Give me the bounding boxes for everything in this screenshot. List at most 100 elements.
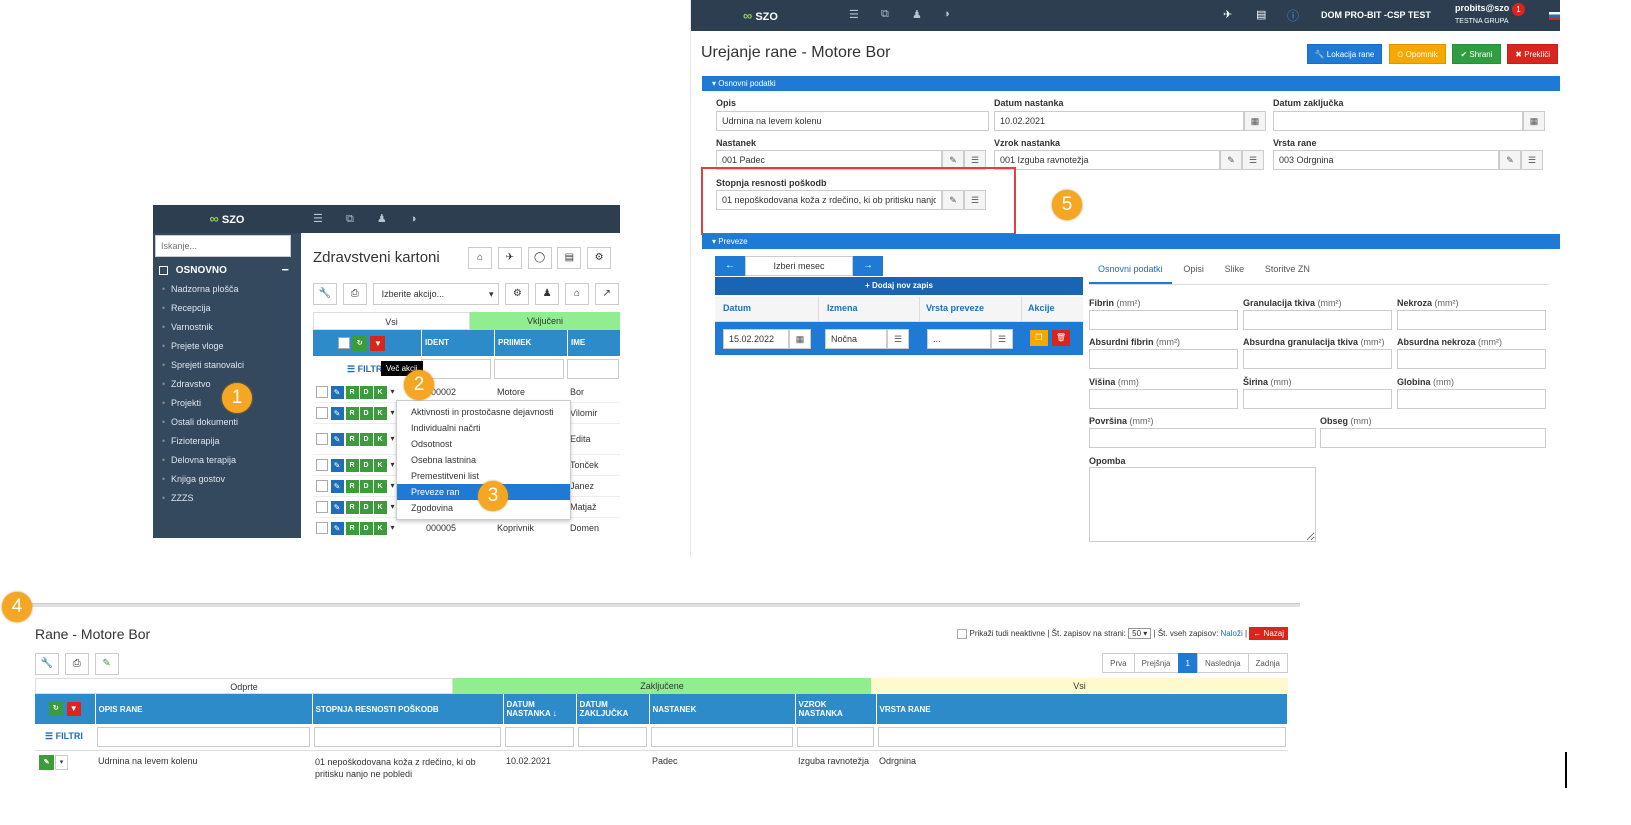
external-icon[interactable]: ⧉ xyxy=(881,8,889,21)
k-button[interactable]: K xyxy=(373,479,387,493)
list-icon[interactable]: ☰ xyxy=(849,8,859,21)
row-checkbox[interactable] xyxy=(316,522,328,534)
filter-severity-input[interactable] xyxy=(314,726,501,747)
next-month-button[interactable]: → xyxy=(853,256,883,276)
col-shift[interactable]: Izmena xyxy=(819,297,920,321)
d-button[interactable]: D xyxy=(359,385,373,399)
sidebar-search-input[interactable] xyxy=(155,235,291,257)
card-icon[interactable]: ▤ xyxy=(1256,8,1266,21)
menu-item[interactable]: Odsotnost xyxy=(397,436,570,452)
filter-icon[interactable]: ▼ xyxy=(370,335,386,351)
filter-description-input[interactable] xyxy=(97,726,310,747)
refresh-icon[interactable]: ↻ xyxy=(48,702,63,716)
edit-icon[interactable]: ✎ xyxy=(330,479,344,493)
r-button[interactable]: R xyxy=(345,479,359,493)
delete-icon[interactable]: 🗑 xyxy=(1052,330,1070,346)
sidebar-item[interactable]: Knjiga gostov xyxy=(153,470,301,489)
list-icon[interactable]: ☰ xyxy=(1521,150,1543,170)
page-current[interactable]: 1 xyxy=(1177,653,1198,673)
sidebar-item[interactable]: Sprejeti stanovalci xyxy=(153,356,301,375)
d-button[interactable]: D xyxy=(359,500,373,514)
print-button[interactable]: ⎙ xyxy=(64,653,89,675)
tab-open[interactable]: Odprte xyxy=(35,678,453,694)
col-origin[interactable]: NASTANEK xyxy=(649,694,796,724)
send-button[interactable]: ✈ xyxy=(497,247,522,269)
date-created-input[interactable] xyxy=(994,111,1244,131)
row-checkbox[interactable] xyxy=(316,386,328,398)
row-checkbox[interactable] xyxy=(316,480,328,492)
more-button[interactable]: ⚙ xyxy=(587,247,612,269)
d-button[interactable]: D xyxy=(359,458,373,472)
action-select[interactable]: Izberite akcijo... ▾ xyxy=(372,283,499,305)
tab-descriptions[interactable]: Opisi xyxy=(1174,254,1213,284)
flag-icon[interactable] xyxy=(1549,12,1560,20)
prev-month-button[interactable]: ← xyxy=(715,256,745,276)
col-dressing-type[interactable]: Vrsta preveze xyxy=(920,297,1022,321)
page-last[interactable]: Zadnja xyxy=(1247,653,1288,673)
send-icon[interactable]: ✈ xyxy=(1223,8,1232,21)
dressing-date-input[interactable] xyxy=(723,329,789,349)
contrast-icon[interactable]: ◑ xyxy=(410,213,417,225)
chevron-down-icon[interactable]: ▾ xyxy=(391,387,395,396)
tab-images[interactable]: Slike xyxy=(1216,254,1254,284)
dressing-shift-input[interactable] xyxy=(825,329,887,349)
col-ident[interactable]: IDENT xyxy=(421,330,494,356)
user-icon[interactable]: ♟ xyxy=(377,213,387,225)
copy-icon[interactable]: ❐ xyxy=(1030,330,1048,346)
sidebar-item[interactable]: Prejete vloge xyxy=(153,337,301,356)
r-button[interactable]: R xyxy=(345,432,359,446)
back-button[interactable]: ← Nazaj xyxy=(1249,627,1288,640)
edit-icon[interactable]: ✎ xyxy=(330,500,344,514)
r-button[interactable]: R xyxy=(345,500,359,514)
r-button[interactable]: R xyxy=(345,521,359,535)
menu-item[interactable]: Individualni načrti xyxy=(397,420,570,436)
description-input[interactable] xyxy=(716,111,989,131)
wrench-button[interactable]: 🔧 xyxy=(35,653,59,675)
collapse-icon[interactable]: − xyxy=(281,262,289,277)
r-button[interactable]: R xyxy=(345,458,359,472)
d-button[interactable]: D xyxy=(359,406,373,420)
sidebar-section-osnovno[interactable]: OSNOVNO − xyxy=(153,259,301,280)
col-actions[interactable]: Akcije xyxy=(1022,297,1083,321)
tab-closed[interactable]: Zaključene xyxy=(453,678,871,694)
print-button[interactable]: ⎙ xyxy=(342,283,367,305)
dressing-row[interactable]: ▦ ☰ ☰ ❐ 🗑 xyxy=(715,322,1083,355)
filter-origin-input[interactable] xyxy=(651,726,793,747)
sidebar-item[interactable]: Fizioterapija xyxy=(153,432,301,451)
select-all-checkbox[interactable] xyxy=(338,337,350,349)
calendar-icon[interactable]: ▦ xyxy=(1523,111,1545,131)
d-button[interactable]: D xyxy=(359,521,373,535)
section-dressings-header[interactable]: ▾ Preveze xyxy=(702,234,1560,249)
chevron-down-icon[interactable]: ▾ xyxy=(55,754,68,770)
user-icon[interactable]: ♟ xyxy=(912,8,922,21)
edit-icon[interactable]: ✎ xyxy=(330,458,344,472)
filter-priimek-input[interactable] xyxy=(494,359,564,379)
sidebar-item[interactable]: Ostali dokumenti xyxy=(153,413,301,432)
chart-button[interactable]: ↗ xyxy=(594,283,619,305)
sidebar-item[interactable]: ZZZS xyxy=(153,489,301,508)
sidebar-item[interactable]: Recepcija xyxy=(153,299,301,318)
dressing-type-input[interactable] xyxy=(927,329,991,349)
abs-granulation-input[interactable] xyxy=(1243,349,1392,369)
table-row[interactable]: ✎ ▾ Udrnina na levem kolenu 01 nepoškodov… xyxy=(35,750,1288,785)
tab-all[interactable]: Vsi xyxy=(313,312,470,330)
settings-button[interactable]: ⚙ xyxy=(505,283,530,305)
chevron-down-icon[interactable]: ▾ xyxy=(391,481,395,490)
col-cause[interactable]: VZROK NASTANKA xyxy=(795,694,877,724)
k-button[interactable]: K xyxy=(373,458,387,472)
col-date-closed[interactable]: DATUM ZAKLJUČKA xyxy=(576,694,650,724)
col-wound-type[interactable]: VRSTA RANE xyxy=(876,694,1288,724)
k-button[interactable]: K xyxy=(373,406,387,420)
house-button[interactable]: ⌂ xyxy=(564,283,589,305)
notification-badge[interactable]: 1 xyxy=(1512,3,1525,16)
list-icon[interactable]: ☰ xyxy=(313,213,323,225)
section-basic-header[interactable]: ▾ Osnovni podatki xyxy=(702,76,1560,91)
menu-item[interactable]: Aktivnosti in prostočasne dejavnosti xyxy=(397,404,570,420)
month-select[interactable]: Izberi mesec xyxy=(745,256,853,276)
comment-button[interactable]: ◯ xyxy=(527,247,552,269)
note-textarea[interactable] xyxy=(1089,467,1316,542)
chevron-down-icon[interactable]: ▾ xyxy=(391,502,395,511)
cause-input[interactable] xyxy=(994,150,1220,170)
group-button[interactable]: ♟ xyxy=(535,283,560,305)
row-checkbox[interactable] xyxy=(316,433,328,445)
